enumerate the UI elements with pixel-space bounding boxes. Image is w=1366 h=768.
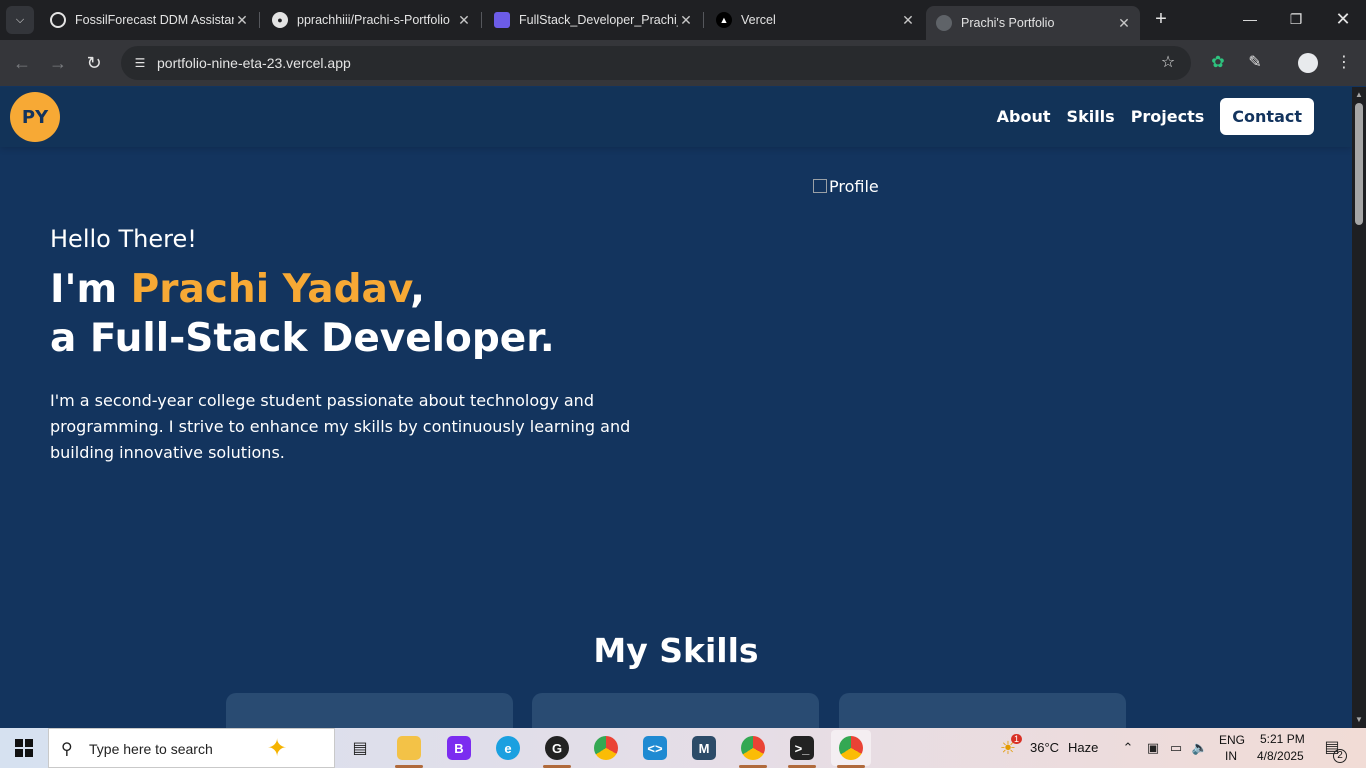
portfolio-page: PY About Skills Projects Contact Profile… <box>0 87 1352 728</box>
weather-badge: 1 <box>1011 734 1023 744</box>
region-indicator[interactable]: IN <box>1225 749 1237 763</box>
browser-tab-github[interactable]: ● pprachhiii/Prachi-s-Portfolio ✕ <box>262 6 480 34</box>
tab-title: pprachhiii/Prachi-s-Portfolio <box>297 13 450 27</box>
github-desktop-icon[interactable]: G <box>537 730 577 768</box>
document-icon <box>494 12 510 28</box>
close-window-icon[interactable]: ✕ <box>1332 8 1354 30</box>
tab-title: Prachi's Portfolio <box>961 16 1055 30</box>
task-view-icon[interactable]: ▤ <box>340 730 380 766</box>
hero-intro-prefix: I'm <box>50 267 131 312</box>
hero-intro-suffix: , <box>410 267 425 312</box>
new-tab-plus-icon[interactable]: + <box>1150 8 1172 30</box>
clock-time[interactable]: 5:21 PM <box>1260 732 1305 746</box>
extension-leaf-icon[interactable]: ✿ <box>1206 51 1230 75</box>
battery-icon[interactable]: ▭ <box>1166 738 1186 758</box>
close-tab-icon[interactable]: ✕ <box>678 12 694 29</box>
tab-separator <box>259 12 260 28</box>
volume-icon[interactable]: 🔈 <box>1190 738 1210 758</box>
scroll-up-arrow-icon[interactable]: ▲ <box>1354 90 1364 100</box>
browser-tab-fossilforecast[interactable]: FossilForecast DDM Assistan ✕ <box>40 6 258 34</box>
site-info-tune-icon[interactable]: ☰ <box>129 52 151 74</box>
file-explorer-icon[interactable] <box>389 730 429 768</box>
search-placeholder: Type here to search <box>89 741 213 757</box>
browser-tab-strip: ⌵ FossilForecast DDM Assistan ✕ ● pprach… <box>0 0 1366 40</box>
chrome-icon[interactable] <box>586 730 626 766</box>
taskbar-search-box[interactable]: ⚲ Type here to search ✦ <box>48 728 335 768</box>
hero-name: Prachi Yadav <box>130 267 411 312</box>
bookmark-star-icon[interactable]: ☆ <box>1157 52 1179 74</box>
more-menu-icon[interactable]: ⋮ <box>1332 51 1356 75</box>
scrollbar-thumb[interactable] <box>1355 103 1363 225</box>
hero-description: I'm a second-year college student passio… <box>50 391 631 462</box>
nav-link-projects[interactable]: Projects <box>1131 107 1205 126</box>
terminal-icon[interactable]: >_ <box>782 730 822 768</box>
network-icon[interactable]: ▣ <box>1143 738 1163 758</box>
broken-image-icon <box>813 179 827 193</box>
browser-tab-portfolio[interactable]: Prachi's Portfolio ✕ <box>926 6 1140 40</box>
edge-browser-icon[interactable]: e <box>488 730 528 766</box>
reload-icon[interactable]: ↻ <box>82 51 106 75</box>
windows-start-icon[interactable] <box>0 728 48 768</box>
tab-title: Vercel <box>741 13 776 27</box>
tab-separator <box>703 12 704 28</box>
address-bar[interactable]: ☰ portfolio-nine-eta-23.vercel.app ☆ <box>121 46 1191 80</box>
browser-toolbar: ← → ↻ ☰ portfolio-nine-eta-23.vercel.app… <box>0 40 1366 86</box>
nav-link-skills[interactable]: Skills <box>1067 107 1115 126</box>
weather-temperature[interactable]: 36°C <box>1030 740 1059 755</box>
skill-card <box>839 693 1126 728</box>
tab-title: FullStack_Developer_Prachi_Y <box>519 13 678 27</box>
tab-separator <box>481 12 482 28</box>
browser-tab-vercel[interactable]: ▲ Vercel ✕ <box>706 6 924 34</box>
show-hidden-icons-chevron-icon[interactable]: ⌃ <box>1118 738 1138 758</box>
bootstrap-studio-icon[interactable]: B <box>439 730 479 766</box>
hero-greeting: Hello There! <box>50 225 197 253</box>
skill-card <box>226 693 513 728</box>
close-tab-icon[interactable]: ✕ <box>900 12 916 29</box>
back-arrow-icon[interactable]: ← <box>10 51 34 75</box>
clock-date[interactable]: 4/8/2025 <box>1257 749 1304 763</box>
browser-tab-fullstack-doc[interactable]: FullStack_Developer_Prachi_Y ✕ <box>484 6 702 34</box>
skills-heading: My Skills <box>593 631 759 670</box>
hero-role: a Full-Stack Developer. <box>50 316 555 361</box>
site-logo[interactable]: PY <box>10 92 60 142</box>
close-tab-icon[interactable]: ✕ <box>456 12 472 29</box>
windows-taskbar: ⚲ Type here to search ✦ ▤ B e G <> M >_ … <box>0 728 1366 768</box>
profile-alt-text: Profile <box>829 177 879 196</box>
profile-avatar-icon[interactable] <box>1296 51 1320 75</box>
profile-image-broken: Profile <box>813 177 879 196</box>
close-tab-icon[interactable]: ✕ <box>1116 15 1132 32</box>
site-nav: About Skills Projects Contact <box>981 98 1314 135</box>
page-scrollbar[interactable]: ▲ ▼ <box>1352 87 1366 728</box>
url-text[interactable]: portfolio-nine-eta-23.vercel.app <box>157 55 351 71</box>
extensions-puzzle-icon[interactable]: ✎ <box>1243 51 1267 75</box>
tab-search-chevron-icon[interactable]: ⌵ <box>6 6 34 34</box>
vscode-icon[interactable]: <> <box>635 730 675 766</box>
contact-button[interactable]: Contact <box>1220 98 1314 135</box>
site-header: PY About Skills Projects Contact <box>0 87 1352 147</box>
close-tab-icon[interactable]: ✕ <box>234 12 250 29</box>
hero-title: I'm Prachi Yadav, a Full-Stack Developer… <box>50 265 555 363</box>
search-icon: ⚲ <box>61 741 73 758</box>
ai-swirl-icon <box>50 12 66 28</box>
scroll-down-arrow-icon[interactable]: ▼ <box>1354 715 1364 725</box>
github-icon: ● <box>272 12 288 28</box>
forward-arrow-icon[interactable]: → <box>46 51 70 75</box>
notification-count: 2 <box>1333 749 1347 763</box>
skill-card <box>532 693 819 728</box>
globe-icon <box>936 15 952 31</box>
chrome-profile-icon[interactable] <box>733 730 773 768</box>
minimize-icon[interactable]: — <box>1239 8 1261 30</box>
nav-link-about[interactable]: About <box>997 107 1051 126</box>
mysql-workbench-icon[interactable]: M <box>684 730 724 766</box>
chrome-active-icon[interactable] <box>831 730 871 768</box>
weather-description[interactable]: Haze <box>1068 740 1098 755</box>
language-indicator[interactable]: ENG <box>1219 733 1245 747</box>
tab-title: FossilForecast DDM Assistan <box>75 13 234 27</box>
copilot-sparkle-icon: ✦ <box>267 735 288 762</box>
restore-icon[interactable]: ❐ <box>1285 8 1307 30</box>
vercel-triangle-icon: ▲ <box>716 12 732 28</box>
